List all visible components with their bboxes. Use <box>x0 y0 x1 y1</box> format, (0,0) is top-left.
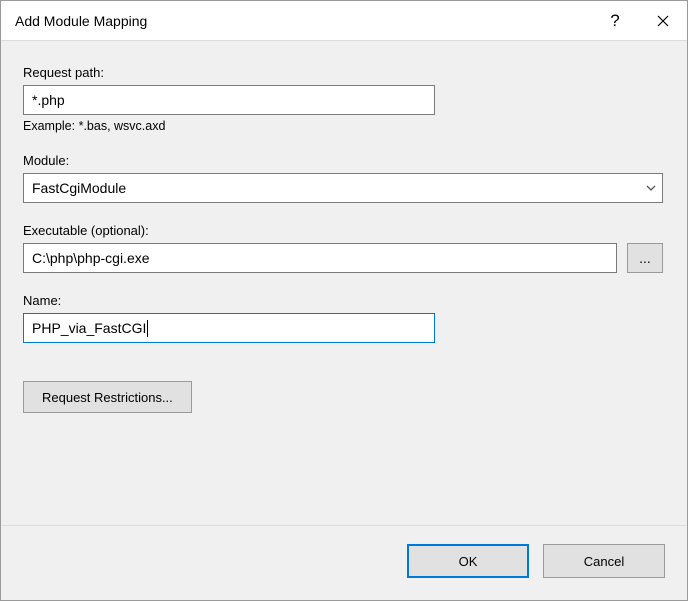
text-caret <box>147 320 148 337</box>
browse-button[interactable]: ... <box>627 243 663 273</box>
dialog-footer: OK Cancel <box>1 525 687 600</box>
request-path-label: Request path: <box>23 65 665 80</box>
request-restrictions-button[interactable]: Request Restrictions... <box>23 381 192 413</box>
executable-input[interactable] <box>23 243 617 273</box>
dialog-body: Request path: Example: *.bas, wsvc.axd M… <box>1 41 687 525</box>
close-icon <box>657 15 669 27</box>
dialog-title: Add Module Mapping <box>15 13 591 29</box>
module-group: Module: <box>23 153 665 203</box>
executable-label: Executable (optional): <box>23 223 665 238</box>
titlebar: Add Module Mapping ? <box>1 1 687 41</box>
executable-group: Executable (optional): ... <box>23 223 665 273</box>
name-input-value: PHP_via_FastCGI <box>32 320 146 336</box>
name-label: Name: <box>23 293 665 308</box>
request-path-group: Request path: Example: *.bas, wsvc.axd <box>23 65 665 133</box>
module-label: Module: <box>23 153 665 168</box>
request-path-input[interactable] <box>23 85 435 115</box>
module-value[interactable] <box>23 173 663 203</box>
cancel-button[interactable]: Cancel <box>543 544 665 578</box>
name-input[interactable]: PHP_via_FastCGI <box>23 313 435 343</box>
ok-button[interactable]: OK <box>407 544 529 578</box>
dialog-window: Add Module Mapping ? Request path: Examp… <box>0 0 688 601</box>
close-button[interactable] <box>639 1 687 41</box>
module-select[interactable] <box>23 173 663 203</box>
name-group: Name: PHP_via_FastCGI <box>23 293 665 343</box>
request-path-example: Example: *.bas, wsvc.axd <box>23 119 665 133</box>
help-button[interactable]: ? <box>591 1 639 41</box>
